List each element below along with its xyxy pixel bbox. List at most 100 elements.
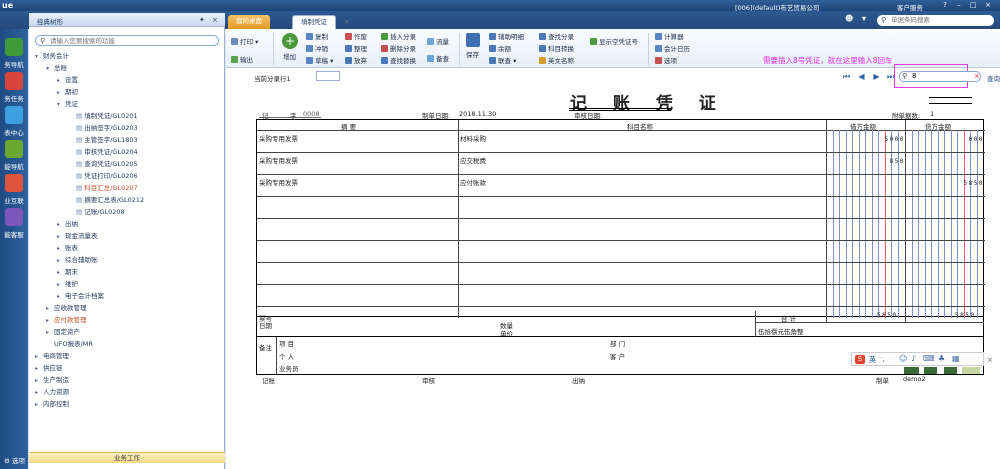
voucher-date[interactable]: 2018.11.30	[459, 110, 496, 118]
expand-arrow-icon[interactable]: ▾	[35, 51, 43, 62]
flow-button[interactable]: 流量	[427, 37, 449, 47]
tree-node[interactable]: ▤ 凭证打印/GL0206	[68, 171, 138, 182]
expand-arrow-icon[interactable]: ▸	[46, 315, 54, 326]
tree-node[interactable]: ▸ 电子会计档案	[57, 291, 104, 302]
save-button[interactable]: 保存	[466, 50, 479, 60]
add-button[interactable]: 增加	[283, 52, 296, 62]
expand-arrow-icon[interactable]: ▸	[57, 87, 65, 98]
tree-node[interactable]: ▸ 应付款管理	[46, 315, 87, 326]
expand-arrow-icon[interactable]: ▸	[35, 399, 43, 410]
expand-arrow-icon[interactable]: ▸	[35, 387, 43, 398]
tree-node[interactable]: ▤ 查询凭证/GL0205	[68, 159, 138, 170]
calculator-button[interactable]: 计算器	[655, 32, 684, 42]
expand-arrow-icon[interactable]: ▸	[35, 375, 43, 386]
pin-icon[interactable]: ✦	[199, 16, 205, 24]
draft-button[interactable]: 草稿 ▾	[306, 56, 333, 66]
tree-node[interactable]: ▤ 出纳签字/GL0203	[68, 123, 138, 134]
spare-button[interactable]: 备查	[427, 54, 449, 64]
subject-convert-button[interactable]: 科目转换	[539, 44, 574, 54]
minimize-icon[interactable]: –	[955, 2, 963, 9]
expand-arrow-icon[interactable]: ▸	[57, 75, 65, 86]
calendar-button[interactable]: 会计日历	[655, 44, 690, 54]
ime-mode[interactable]: 英	[869, 355, 876, 365]
emoji-icon[interactable]: ☺	[899, 354, 907, 363]
first-voucher-icon[interactable]: ⏮	[842, 72, 851, 81]
expand-arrow-icon[interactable]: ▸	[57, 219, 65, 230]
current-row-field[interactable]	[316, 71, 340, 81]
void-button[interactable]: 作废	[345, 32, 367, 42]
aux-detail-button[interactable]: 辅助明细	[489, 32, 524, 42]
tree-node[interactable]: ▾ 财务会计	[35, 51, 69, 62]
print-button[interactable]: 打印 ▾	[231, 37, 258, 47]
tree-node[interactable]: ▸ 内部控制	[35, 399, 69, 410]
tree-node[interactable]: ▸ 应收款管理	[46, 303, 87, 314]
expand-arrow-icon[interactable]: ▾	[57, 99, 65, 110]
expand-arrow-icon[interactable]: ▸	[46, 303, 54, 314]
options-button[interactable]: ⚙ 选项	[0, 455, 29, 469]
attachments-count[interactable]: 1	[930, 110, 934, 118]
ime-toolbar[interactable]: S 英 ·, ☺ ♪ ⌨ ♣ ▦	[851, 352, 984, 366]
expand-arrow-icon[interactable]: ▸	[46, 327, 54, 338]
save-icon[interactable]	[466, 33, 480, 47]
tab-close-icon[interactable]: ×	[344, 18, 350, 26]
tree-node[interactable]: ▤ 审核凭证/GL0204	[68, 147, 138, 158]
balance-button[interactable]: 余额	[489, 44, 511, 54]
show-void-number-button[interactable]: 显示空凭证号	[590, 37, 638, 47]
tree-node[interactable]: ▸ 账表	[57, 243, 78, 254]
toolbox-icon[interactable]: ▦	[952, 354, 960, 363]
reverse-button[interactable]: 冲销	[306, 44, 328, 54]
tree-node[interactable]: ▸ 电商管理	[35, 351, 69, 362]
expand-arrow-icon[interactable]: ▾	[46, 63, 54, 74]
tree-node[interactable]: ▤ 主管签字/GL1803	[68, 135, 138, 146]
voucher-number-search[interactable]: ⚲	[899, 71, 981, 82]
help-icon[interactable]: ?	[941, 2, 949, 9]
punctuation-icon[interactable]: ·,	[880, 354, 885, 363]
barcode-search-input[interactable]	[891, 16, 986, 24]
tree-node[interactable]: ▸ 供应链	[35, 363, 63, 374]
linked-query-button[interactable]: 联查 ▾	[489, 56, 516, 66]
tab-my-desktop[interactable]: 我的桌面	[228, 15, 270, 29]
barcode-search[interactable]: ⚲	[877, 15, 994, 26]
expand-arrow-icon[interactable]: ▸	[57, 255, 65, 266]
tree-search[interactable]: ⚲	[35, 35, 219, 46]
tree-node[interactable]: ▸ 固定资产	[46, 327, 80, 338]
business-work-button[interactable]: 业务工作	[29, 452, 225, 463]
tree-node[interactable]: ▸ 综合辅助账	[57, 255, 98, 266]
voucher-number-input[interactable]	[912, 72, 972, 80]
tree-node[interactable]: ▸ 出纳	[57, 219, 78, 230]
add-icon[interactable]: +	[282, 33, 298, 49]
expand-arrow-icon[interactable]: ▸	[57, 291, 65, 302]
next-voucher-icon[interactable]: ▶	[872, 72, 881, 81]
prev-voucher-icon[interactable]: ◀	[857, 72, 866, 81]
tree-node[interactable]: ▾ 凭证	[57, 99, 78, 110]
tree-node[interactable]: UFO报表/MR	[46, 339, 93, 350]
expand-arrow-icon[interactable]: ▸	[57, 231, 65, 242]
delete-entry-button[interactable]: 删除分录	[381, 44, 416, 54]
skin-icon[interactable]: ♣	[938, 354, 945, 363]
copy-button[interactable]: 复制	[306, 32, 328, 42]
keyboard-icon[interactable]: ⌨	[923, 354, 935, 363]
ime-close-icon[interactable]: ×	[987, 356, 993, 364]
options-toolbar-button[interactable]: 选项	[655, 56, 677, 66]
tree-node[interactable]: ▸ 期末	[57, 267, 78, 278]
query-button[interactable]: 查询	[987, 73, 1000, 83]
tree-node[interactable]: ▾ 总账	[46, 63, 67, 74]
tree-node[interactable]: ▸ 人力资源	[35, 387, 69, 398]
tree-node[interactable]: ▸ 设置	[57, 75, 78, 86]
clear-icon[interactable]: ×	[974, 72, 980, 80]
output-button[interactable]: 输出	[231, 55, 253, 65]
expand-arrow-icon[interactable]: ▸	[57, 243, 65, 254]
expand-arrow-icon[interactable]: ▸	[57, 279, 65, 290]
find-replace-button[interactable]: 查找替换	[381, 56, 416, 66]
insert-entry-button[interactable]: 插入分录	[381, 32, 416, 42]
tree-node[interactable]: ▤ 填制凭证/GL0201	[68, 111, 138, 122]
maximize-icon[interactable]: □	[969, 2, 977, 9]
expand-arrow-icon[interactable]: ▸	[35, 351, 43, 362]
close-panel-icon[interactable]: ×	[212, 16, 218, 24]
tidy-button[interactable]: 整理	[345, 44, 367, 54]
tab-fill-voucher[interactable]: 填制凭证	[292, 15, 336, 29]
tree-node[interactable]: ▸ 现金流量表	[57, 231, 98, 242]
voice-icon[interactable]: ♪	[911, 354, 916, 363]
english-name-button[interactable]: 英文名称	[539, 56, 574, 66]
tree-node[interactable]: ▸ 生产制造	[35, 375, 69, 386]
